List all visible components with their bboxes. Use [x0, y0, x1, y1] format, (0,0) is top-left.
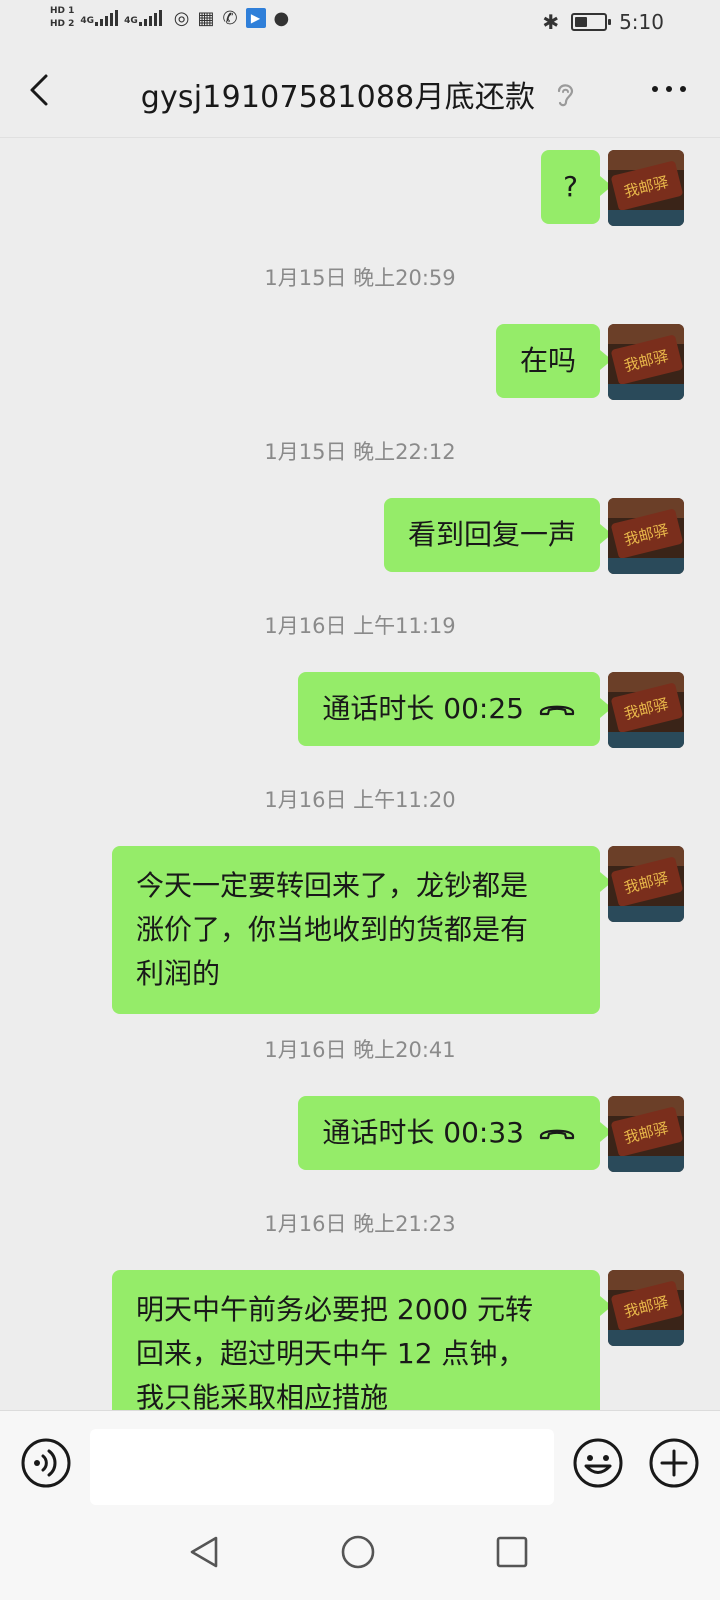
nav-recents-icon[interactable] — [494, 1534, 530, 1570]
avatar-image: 我邮驿 — [608, 498, 684, 574]
message-bubble[interactable]: 明天中午前务必要把 2000 元转 回来，超过明天中午 12 点钟， 我只能采取… — [112, 1270, 612, 1410]
message-line: 利润的 — [136, 957, 221, 990]
timestamp: 1月15日 晚上22:12 — [264, 440, 456, 464]
message-bubble[interactable]: ? — [541, 150, 612, 224]
call-duration-text: 通话时长 00:33 — [322, 1116, 524, 1149]
status-bar: HD 1 HD 2 4G 4G ◎ ▦ ✆ ▶ ● ✱ 5:10 — [0, 0, 720, 46]
system-nav-bar — [0, 1510, 720, 1600]
phone-hangup-icon — [539, 1129, 575, 1140]
avatar-image: 我邮驿 — [608, 846, 684, 922]
message-line: 我只能采取相应措施 — [136, 1381, 389, 1410]
input-bar — [0, 1410, 720, 1510]
app-notification-icon: ▶ — [245, 8, 266, 28]
avatar[interactable]: 我邮驿 — [608, 150, 684, 226]
call-record: 通话时长 00:25 — [322, 687, 576, 731]
nav-back-icon[interactable] — [186, 1534, 222, 1570]
timestamp: 1月16日 上午11:19 — [264, 614, 456, 638]
phone-hangup-icon — [539, 705, 575, 716]
hd2-label: HD 2 — [50, 19, 75, 29]
signal-2: 4G — [124, 10, 162, 26]
status-right: ✱ 5:10 — [542, 10, 664, 34]
message-input[interactable] — [90, 1429, 554, 1505]
message-bubble[interactable]: 在吗 — [495, 324, 613, 398]
timestamp: 1月16日 晚上20:41 — [264, 1038, 456, 1062]
call-record-bubble[interactable]: 通话时长 00:33 — [298, 1096, 612, 1170]
page-title: gysj19107581088月底还款 — [140, 80, 536, 115]
avatar[interactable]: 我邮驿 — [608, 1270, 684, 1346]
chat-area[interactable]: ? 我邮驿 1月15日 晚上20:59 在吗 我邮驿 1月15日 晚上22:12… — [0, 138, 720, 1410]
message-bubble[interactable]: 今天一定要转回来了，龙钞都是 涨价了，你当地收到的货都是有 利润的 — [112, 846, 612, 1014]
message-text: 在吗 — [519, 344, 576, 377]
signal-1: 4G — [80, 10, 119, 26]
avatar-image: 我邮驿 — [608, 1270, 684, 1346]
avatar[interactable]: 我邮驿 — [608, 672, 684, 748]
message-line: 今天一定要转回来了，龙钞都是 — [136, 869, 529, 902]
signal-bars-icon — [95, 10, 119, 26]
call-duration-text: 通话时长 00:25 — [322, 692, 524, 725]
net2-label: 4G — [124, 16, 138, 26]
avatar-image: 我邮驿 — [608, 150, 684, 226]
title-container: gysj19107581088月底还款 — [0, 72, 720, 116]
battery-fill — [575, 17, 588, 27]
hd-indicators: HD 1 HD 2 — [50, 6, 74, 30]
chat-bubble-icon: ● — [273, 7, 290, 29]
avatar-image: 我邮驿 — [608, 672, 684, 748]
avatar[interactable]: 我邮驿 — [608, 846, 684, 922]
voice-icon[interactable] — [20, 1437, 72, 1489]
title-wrap: gysj19107581088月底还款 — [141, 72, 580, 116]
more-icon[interactable] — [652, 86, 686, 92]
hd1-label: HD 1 — [50, 6, 75, 16]
signal-bars-icon — [138, 10, 162, 26]
net1-label: 4G — [80, 16, 95, 26]
message-text: ? — [563, 170, 578, 203]
avatar[interactable]: 我邮驿 — [608, 324, 684, 400]
message-bubble[interactable]: 看到回复一声 — [383, 498, 613, 572]
bluetooth-icon: ✱ — [542, 10, 560, 34]
call-record-bubble[interactable]: 通话时长 00:25 — [298, 672, 612, 746]
message-line: 涨价了，你当地收到的货都是有 — [136, 913, 529, 946]
message-text: 看到回复一声 — [407, 518, 576, 551]
plus-icon[interactable] — [648, 1437, 700, 1489]
message-line: 回来，超过明天中午 12 点钟， — [136, 1337, 526, 1370]
battery-icon — [571, 13, 612, 31]
wifi-call-icon: ✆ — [222, 7, 238, 29]
ear-icon — [558, 84, 574, 107]
title-bar: gysj19107581088月底还款 — [0, 46, 720, 138]
status-icons: ◎ ▦ ✆ ▶ ● — [174, 8, 290, 29]
hotspot-icon: ◎ — [173, 7, 190, 29]
timestamp: 1月15日 晚上20:59 — [264, 266, 456, 290]
avatar-image: 我邮驿 — [608, 324, 684, 400]
status-left: HD 1 HD 2 4G 4G ◎ ▦ ✆ ▶ ● — [50, 6, 289, 30]
timestamp: 1月16日 上午11:20 — [264, 788, 456, 812]
avatar[interactable]: 我邮驿 — [608, 498, 684, 574]
message-line: 明天中午前务必要把 2000 元转 — [136, 1293, 534, 1326]
avatar-image: 我邮驿 — [608, 1096, 684, 1172]
nav-home-icon[interactable] — [340, 1534, 376, 1570]
emoji-icon[interactable] — [572, 1437, 624, 1489]
gift-icon: ▦ — [197, 7, 215, 29]
call-record: 通话时长 00:33 — [322, 1111, 576, 1155]
timestamp: 1月16日 晚上21:23 — [264, 1212, 456, 1236]
clock: 5:10 — [619, 10, 664, 34]
avatar[interactable]: 我邮驿 — [608, 1096, 684, 1172]
